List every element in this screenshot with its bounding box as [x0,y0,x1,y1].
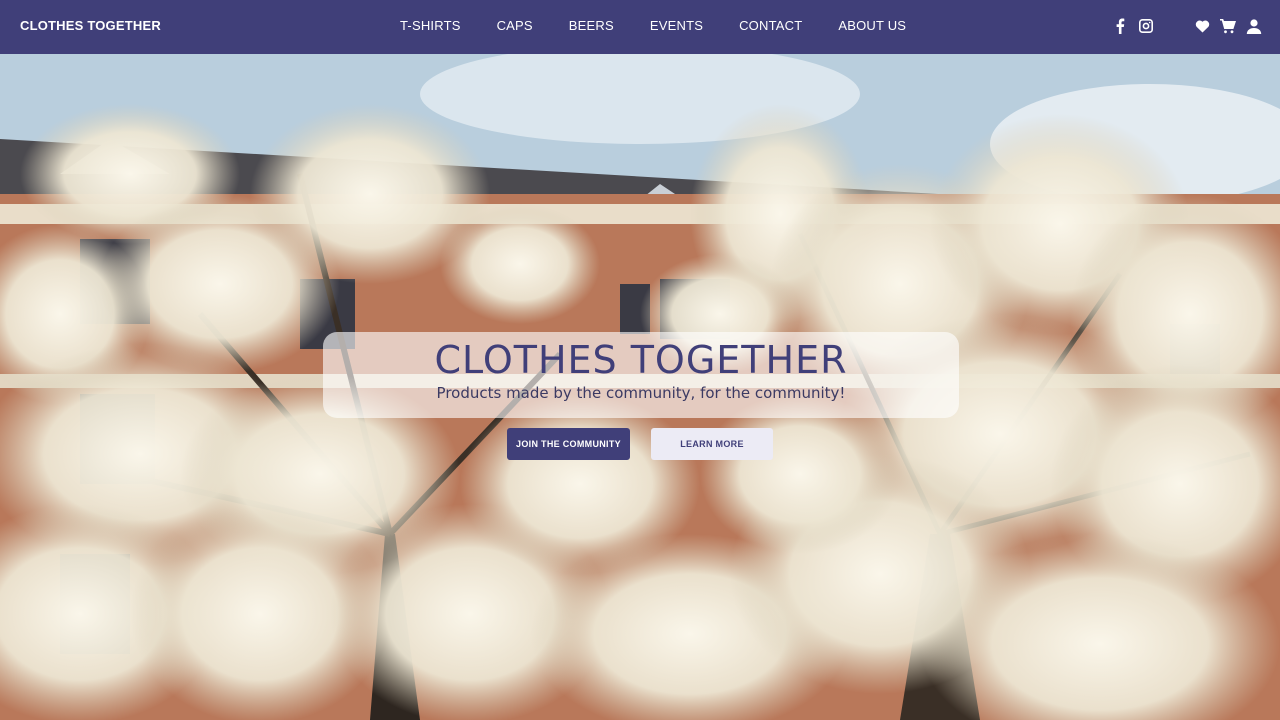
navbar: CLOTHES TOGETHER T-SHIRTS CAPS BEERS EVE… [0,0,1280,54]
learn-more-button[interactable]: LEARN MORE [651,428,773,460]
join-community-button[interactable]: JOIN THE COMMUNITY [507,428,630,460]
nav-link-contact[interactable]: CONTACT [739,18,802,33]
nav-link-events[interactable]: EVENTS [650,18,703,33]
nav-link-about-us[interactable]: ABOUT US [838,18,906,33]
hero-text-panel: CLOTHES TOGETHER Products made by the co… [323,332,959,418]
hero-section: CLOTHES TOGETHER Products made by the co… [0,54,1280,720]
heart-icon[interactable] [1192,16,1212,36]
nav-link-beers[interactable]: BEERS [569,18,614,33]
hero-title: CLOTHES TOGETHER [434,338,848,382]
nav-links: T-SHIRTS CAPS BEERS EVENTS CONTACT ABOUT… [400,18,942,33]
cart-icon[interactable] [1218,16,1238,36]
nav-icons [1104,16,1264,36]
facebook-icon[interactable] [1110,16,1130,36]
brand-logo[interactable]: CLOTHES TOGETHER [20,18,161,33]
nav-link-caps[interactable]: CAPS [497,18,533,33]
user-icon[interactable] [1244,16,1264,36]
hero-subtitle: Products made by the community, for the … [436,384,846,402]
instagram-icon[interactable] [1136,16,1156,36]
nav-link-t-shirts[interactable]: T-SHIRTS [400,18,461,33]
